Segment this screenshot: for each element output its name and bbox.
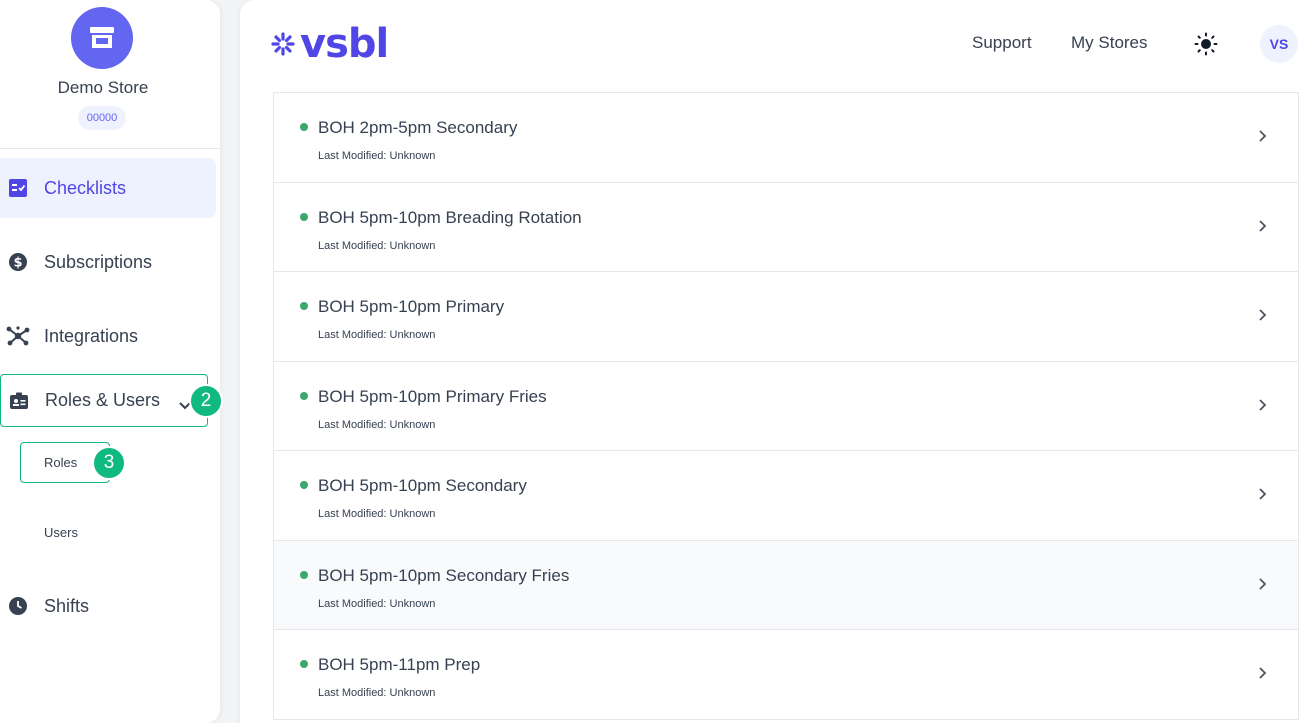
- status-dot: [300, 123, 308, 131]
- item-title: BOH 5pm-10pm Primary Fries: [318, 386, 547, 406]
- list-item[interactable]: BOH 5pm-10pm Secondary Fries Last Modifi…: [274, 540, 1298, 630]
- chevron-right-icon: [1259, 309, 1267, 321]
- my-stores-link[interactable]: My Stores: [1071, 33, 1148, 53]
- sidebar-item-label: Checklists: [44, 177, 127, 198]
- list-item[interactable]: BOH 5pm-10pm Breading Rotation Last Modi…: [274, 182, 1298, 272]
- sidebar-item-checklists[interactable]: Checklists: [0, 158, 216, 218]
- store-code-badge: 00000: [78, 106, 126, 130]
- svg-text:$: $: [13, 256, 22, 271]
- list-item[interactable]: BOH 5pm-10pm Primary Last Modified: Unkn…: [274, 272, 1298, 362]
- status-dot: [300, 570, 308, 579]
- item-title: BOH 5pm-10pm Primary: [318, 297, 505, 316]
- sidebar-item-roles-users[interactable]: Roles & Users: [0, 374, 208, 427]
- theme-toggle-button[interactable]: [1193, 31, 1219, 57]
- item-title: BOH 5pm-11pm Prep: [318, 655, 481, 674]
- sidebar-item-label: Roles & Users: [45, 390, 161, 410]
- badge-icon: [9, 391, 29, 411]
- status-dot: [300, 391, 308, 400]
- sidebar-item-label: Subscriptions: [44, 251, 153, 272]
- chevron-right-icon: [1259, 667, 1267, 679]
- list-item[interactable]: BOH 5pm-10pm Primary Fries Last Modified…: [274, 361, 1298, 451]
- sun-icon: [1194, 32, 1218, 56]
- status-dot: [300, 212, 308, 221]
- status-dot: [300, 660, 308, 668]
- item-meta: Last Modified: Unknown: [318, 597, 436, 610]
- item-meta: Last Modified: Unknown: [318, 418, 436, 431]
- sidebar-item-shifts[interactable]: Shifts: [0, 576, 216, 636]
- sidebar-item-label: Integrations: [44, 325, 139, 346]
- sidebar-item-subscriptions[interactable]: $ Subscriptions: [0, 232, 216, 292]
- step-badge: 3: [92, 446, 126, 480]
- checklist-list: BOH 2pm-5pm Secondary Last Modified: Unk…: [273, 92, 1299, 720]
- status-dot: [300, 481, 308, 489]
- list-item[interactable]: BOH 5pm-11pm Prep Last Modified: Unknown: [274, 630, 1298, 720]
- sidebar-item-label: Shifts: [44, 595, 90, 616]
- item-meta: Last Modified: Unknown: [318, 329, 436, 341]
- support-link[interactable]: Support: [972, 33, 1032, 53]
- clock-icon: [8, 596, 28, 616]
- status-dot: [300, 302, 308, 310]
- dollar-icon: $: [8, 252, 28, 272]
- sidebar-divider: [0, 148, 220, 149]
- sidebar-item-integrations[interactable]: Integrations: [0, 306, 216, 366]
- store-name: Demo Store: [57, 78, 149, 97]
- step-badge: 2: [189, 384, 223, 418]
- item-title: BOH 5pm-10pm Secondary Fries: [318, 565, 570, 585]
- list-item[interactable]: BOH 5pm-10pm Secondary Last Modified: Un…: [274, 451, 1298, 541]
- item-title: BOH 5pm-10pm Secondary: [318, 476, 527, 495]
- item-title: BOH 2pm-5pm Secondary: [318, 118, 518, 137]
- list-item[interactable]: BOH 2pm-5pm Secondary Last Modified: Unk…: [274, 93, 1298, 183]
- chevron-right-icon: [1259, 398, 1267, 411]
- chevron-right-icon: [1259, 219, 1267, 232]
- storefront-icon: [90, 27, 114, 48]
- sidebar-subitem-users[interactable]: Users: [44, 525, 78, 540]
- item-meta: Last Modified: Unknown: [318, 687, 436, 699]
- sidebar: Demo Store 00000 Checklists $ Subscripti…: [0, 0, 223, 723]
- chevron-right-icon: [1259, 488, 1267, 500]
- main-panel: vsbl Support My Stores VS BOH 2pm-5pm Se…: [240, 0, 1301, 723]
- sidebar-subitem-roles[interactable]: Roles: [44, 455, 77, 470]
- chevron-right-icon: [1259, 130, 1267, 142]
- store-avatar[interactable]: [71, 7, 133, 69]
- checklist-icon: [8, 178, 28, 198]
- item-meta: Last Modified: Unknown: [318, 150, 436, 162]
- user-avatar[interactable]: VS: [1260, 25, 1298, 63]
- logo-text: vsbl: [300, 21, 389, 67]
- item-meta: Last Modified: Unknown: [318, 508, 436, 520]
- item-title: BOH 5pm-10pm Breading Rotation: [318, 207, 582, 227]
- logo[interactable]: vsbl: [270, 20, 389, 68]
- item-meta: Last Modified: Unknown: [318, 239, 436, 252]
- chevron-right-icon: [1259, 577, 1267, 590]
- logo-mark-icon: [271, 32, 295, 56]
- hub-icon: [6, 326, 30, 346]
